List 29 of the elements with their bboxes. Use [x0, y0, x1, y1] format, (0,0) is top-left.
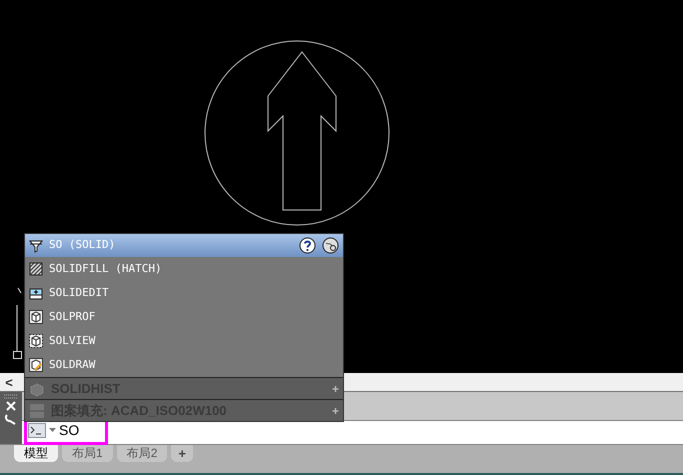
- expand-toggle[interactable]: +: [332, 380, 339, 398]
- dropdown-caret-icon[interactable]: [49, 428, 56, 432]
- layout-tab[interactable]: 布局2: [116, 445, 168, 462]
- collapse-button[interactable]: <: [0, 373, 18, 391]
- expand-toggle[interactable]: +: [332, 402, 339, 420]
- close-icon[interactable]: [6, 401, 16, 411]
- hatch-icon: [29, 262, 43, 276]
- globe-search-icon[interactable]: [322, 237, 339, 254]
- autocomplete-item[interactable]: SOLDRAW: [25, 353, 343, 377]
- layout-tab[interactable]: 模型: [14, 445, 58, 462]
- autocomplete-item[interactable]: SOLVIEW: [25, 329, 343, 353]
- add-layout-button[interactable]: +: [171, 445, 193, 462]
- grip-icon[interactable]: [3, 394, 19, 399]
- cube-view-icon: [29, 334, 43, 348]
- solid-box-icon: [29, 286, 43, 300]
- solid-history-icon: [29, 380, 45, 396]
- autocomplete-item[interactable]: SOLPROF: [25, 305, 343, 329]
- wrench-icon[interactable]: [4, 413, 18, 425]
- command-prompt-icon[interactable]: [28, 422, 46, 438]
- layout-tab[interactable]: 布局1: [62, 445, 113, 462]
- autocomplete-item[interactable]: SOLIDFILL (HATCH): [25, 257, 343, 281]
- header-text: SO (SOLID): [49, 237, 116, 254]
- help-icon[interactable]: [299, 237, 316, 254]
- cube-pencil-icon: [29, 358, 43, 372]
- command-input[interactable]: SO: [59, 420, 99, 440]
- cube-icon: [29, 310, 43, 324]
- funnel-icon: [29, 238, 43, 252]
- autocomplete-item[interactable]: SOLIDEDIT: [25, 281, 343, 305]
- ucs-axis-icon: [12, 285, 24, 360]
